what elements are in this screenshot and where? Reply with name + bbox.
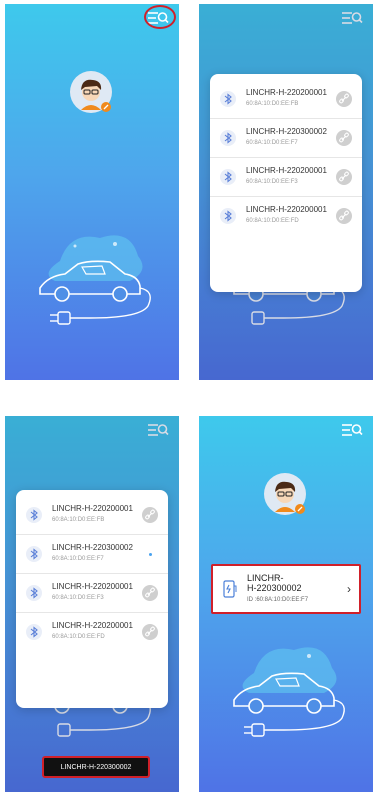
device-row[interactable]: LINCHR-H-220200001 60:8A:10:D0:EE:F3 (16, 574, 168, 613)
device-mac: 60:8A:10:D0:EE:F7 (52, 556, 104, 562)
device-mac: 60:8A:10:D0:EE:F3 (246, 179, 298, 185)
device-row[interactable]: LINCHR-H-220300002 60:8A:10:D0:EE:F7 (210, 119, 362, 158)
device-mac: 60:8A:10:D0:EE:FD (52, 634, 105, 640)
device-list-dialog: LINCHR-H-220200001 60:8A:10:D0:EE:FB LIN… (210, 74, 362, 292)
device-mac: 60:8A:10:D0:EE:FB (52, 517, 105, 523)
device-list-dialog: LINCHR-H-220200001 60:8A:10:D0:EE:FB LIN… (16, 490, 168, 708)
screen-home-initial (5, 4, 179, 380)
device-name: LINCHR-H-220300002 (246, 127, 327, 136)
device-id: ID :60:8A:10:D0:EE:F7 (247, 597, 309, 603)
device-mac: 60:8A:10:D0:EE:FD (246, 218, 299, 224)
search-menu-icon[interactable] (341, 422, 363, 438)
device-name: LINCHR-H-220200001 (246, 88, 327, 97)
bluetooth-icon (220, 130, 236, 146)
device-name: LINCHR-H-220200001 (52, 504, 133, 513)
chevron-right-icon[interactable]: › (347, 582, 351, 596)
car-charging-illustration (233, 647, 345, 737)
device-row[interactable]: LINCHR-H-220200001 60:8A:10:D0:EE:F3 (210, 158, 362, 197)
screen-connecting: LINCHR-H-220200001 60:8A:10:D0:EE:FB LIN… (5, 416, 179, 792)
link-icon[interactable] (142, 507, 158, 523)
link-icon[interactable] (336, 91, 352, 107)
device-name-line1: LINCHR- (247, 573, 284, 583)
device-name-line2: H-220300002 (247, 583, 302, 593)
bluetooth-icon (220, 169, 236, 185)
device-mac: 60:8A:10:D0:EE:FB (246, 101, 299, 107)
screen-device-list: LINCHR-H-220200001 60:8A:10:D0:EE:FB LIN… (199, 4, 373, 380)
connecting-toast: LINCHR-H-220300002 (42, 756, 150, 778)
link-icon[interactable] (336, 169, 352, 185)
bluetooth-icon (220, 208, 236, 224)
bluetooth-icon (26, 546, 42, 562)
link-icon[interactable] (336, 130, 352, 146)
device-row[interactable]: LINCHR-H-220300002 60:8A:10:D0:EE:F7 (16, 535, 168, 574)
device-mac: 60:8A:10:D0:EE:F3 (52, 595, 104, 601)
device-name: LINCHR- H-220300002 (247, 573, 337, 593)
device-row[interactable]: LINCHR-H-220200001 60:8A:10:D0:EE:FD (210, 197, 362, 235)
charger-icon (223, 580, 237, 598)
device-name: LINCHR-H-220200001 (52, 621, 133, 630)
link-icon[interactable] (142, 624, 158, 640)
bluetooth-icon (26, 585, 42, 601)
link-icon[interactable] (142, 585, 158, 601)
connecting-indicator (149, 553, 152, 556)
device-name: LINCHR-H-220300002 (52, 543, 133, 552)
device-name: LINCHR-H-220200001 (246, 166, 327, 175)
screen-home-connected: LINCHR- H-220300002 ID :60:8A:10:D0:EE:F… (199, 416, 373, 792)
device-row[interactable]: LINCHR-H-220200001 60:8A:10:D0:EE:FB (210, 80, 362, 119)
device-mac: 60:8A:10:D0:EE:F7 (246, 140, 298, 146)
bluetooth-icon (220, 91, 236, 107)
highlight-ring (144, 5, 176, 29)
car-charging-illustration (39, 235, 151, 325)
device-name: LINCHR-H-220200001 (52, 582, 133, 591)
link-icon[interactable] (336, 208, 352, 224)
bluetooth-icon (26, 507, 42, 523)
device-row[interactable]: LINCHR-H-220200001 60:8A:10:D0:EE:FD (16, 613, 168, 651)
avatar-icon[interactable] (263, 472, 307, 516)
device-row[interactable]: LINCHR-H-220200001 60:8A:10:D0:EE:FB (16, 496, 168, 535)
avatar-icon[interactable] (69, 70, 113, 114)
bluetooth-icon (26, 624, 42, 640)
device-name: LINCHR-H-220200001 (246, 205, 327, 214)
connected-device-card[interactable]: LINCHR- H-220300002 ID :60:8A:10:D0:EE:F… (211, 564, 361, 614)
